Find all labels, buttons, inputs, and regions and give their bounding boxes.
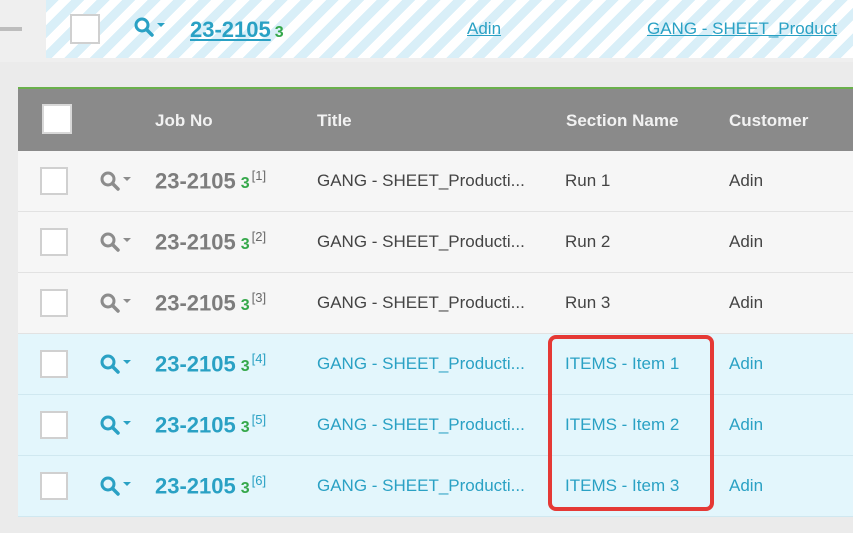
- top-search-menu[interactable]: [134, 17, 165, 37]
- annotation-highlight-box: [548, 335, 714, 511]
- row-search-menu[interactable]: [100, 354, 131, 374]
- job-title: GANG - SHEET_Producti...: [317, 171, 525, 190]
- top-customer-link[interactable]: Adin: [467, 19, 501, 39]
- select-all-checkbox[interactable]: [42, 104, 72, 134]
- search-icon: [134, 17, 154, 37]
- col-header-section-name[interactable]: Section Name: [566, 111, 678, 131]
- top-title-link[interactable]: GANG - SHEET_Product: [647, 19, 837, 39]
- table-row[interactable]: 23-2105 3 [1] GANG - SHEET_Producti... Run…: [18, 151, 853, 212]
- section-name: Run 1: [565, 171, 611, 190]
- row-checkbox[interactable]: [40, 350, 68, 378]
- chevron-down-icon: [123, 238, 131, 242]
- job-title: GANG - SHEET_Producti...: [317, 293, 525, 312]
- row-checkbox[interactable]: [40, 472, 68, 500]
- row-search-menu[interactable]: [100, 415, 131, 435]
- customer-name: Adin: [729, 232, 764, 251]
- customer-name[interactable]: Adin: [729, 354, 763, 374]
- job-number[interactable]: 23-2105 3 [4]: [155, 351, 266, 377]
- search-icon: [100, 171, 120, 191]
- job-title[interactable]: GANG - SHEET_Producti...: [317, 415, 525, 435]
- row-search-menu[interactable]: [100, 232, 131, 252]
- row-search-menu[interactable]: [100, 293, 131, 313]
- row-checkbox[interactable]: [40, 167, 68, 195]
- job-number[interactable]: 23-2105 3 [6]: [155, 473, 266, 499]
- col-header-job-no[interactable]: Job No: [155, 111, 213, 131]
- search-icon: [100, 232, 120, 252]
- customer-name: Adin: [729, 171, 764, 190]
- table-row[interactable]: 23-2105 3 [5] GANG - SHEET_Producti... ITE…: [18, 395, 853, 456]
- col-header-title[interactable]: Title: [317, 111, 352, 131]
- version-number: 3: [274, 24, 284, 41]
- table-row[interactable]: 23-2105 3 [4] GANG - SHEET_Producti... ITE…: [18, 334, 853, 395]
- top-select-checkbox[interactable]: [70, 14, 100, 44]
- row-checkbox[interactable]: [40, 411, 68, 439]
- section-name: Run 3: [565, 293, 611, 312]
- jobs-table: Job No Title Section Name Customer 23-21…: [18, 87, 853, 517]
- collapse-dash: [0, 27, 22, 31]
- job-number[interactable]: 23-2105 3 [5]: [155, 412, 266, 438]
- row-search-menu[interactable]: [100, 171, 131, 191]
- section-name: Run 2: [565, 232, 611, 251]
- chevron-down-icon: [123, 482, 131, 486]
- search-icon: [100, 293, 120, 313]
- search-icon: [100, 354, 120, 374]
- chevron-down-icon: [123, 421, 131, 425]
- search-icon: [100, 415, 120, 435]
- table-row[interactable]: 23-2105 3 [3] GANG - SHEET_Producti... Run…: [18, 273, 853, 334]
- table-row[interactable]: 23-2105 3 [6] GANG - SHEET_Producti... ITE…: [18, 456, 853, 517]
- row-search-menu[interactable]: [100, 476, 131, 496]
- customer-name: Adin: [729, 293, 764, 312]
- job-number[interactable]: 23-2105 3 [3]: [155, 290, 266, 316]
- row-checkbox[interactable]: [40, 289, 68, 317]
- table-row[interactable]: 23-2105 3 [2] GANG - SHEET_Producti... Run…: [18, 212, 853, 273]
- job-title[interactable]: GANG - SHEET_Producti...: [317, 354, 525, 374]
- col-header-customer[interactable]: Customer: [729, 111, 808, 131]
- job-title[interactable]: GANG - SHEET_Producti...: [317, 476, 525, 496]
- job-title: GANG - SHEET_Producti...: [317, 232, 525, 251]
- chevron-down-icon: [123, 177, 131, 181]
- chevron-down-icon: [123, 360, 131, 364]
- top-job-link[interactable]: 23-2105 3: [190, 17, 284, 43]
- chevron-down-icon: [157, 23, 165, 27]
- search-icon: [100, 476, 120, 496]
- customer-name[interactable]: Adin: [729, 415, 763, 435]
- chevron-down-icon: [123, 299, 131, 303]
- table-header: Job No Title Section Name Customer: [18, 89, 853, 151]
- job-number[interactable]: 23-2105 3 [2]: [155, 229, 266, 255]
- row-checkbox[interactable]: [40, 228, 68, 256]
- job-number[interactable]: 23-2105 3 [1]: [155, 168, 266, 194]
- customer-name[interactable]: Adin: [729, 476, 763, 496]
